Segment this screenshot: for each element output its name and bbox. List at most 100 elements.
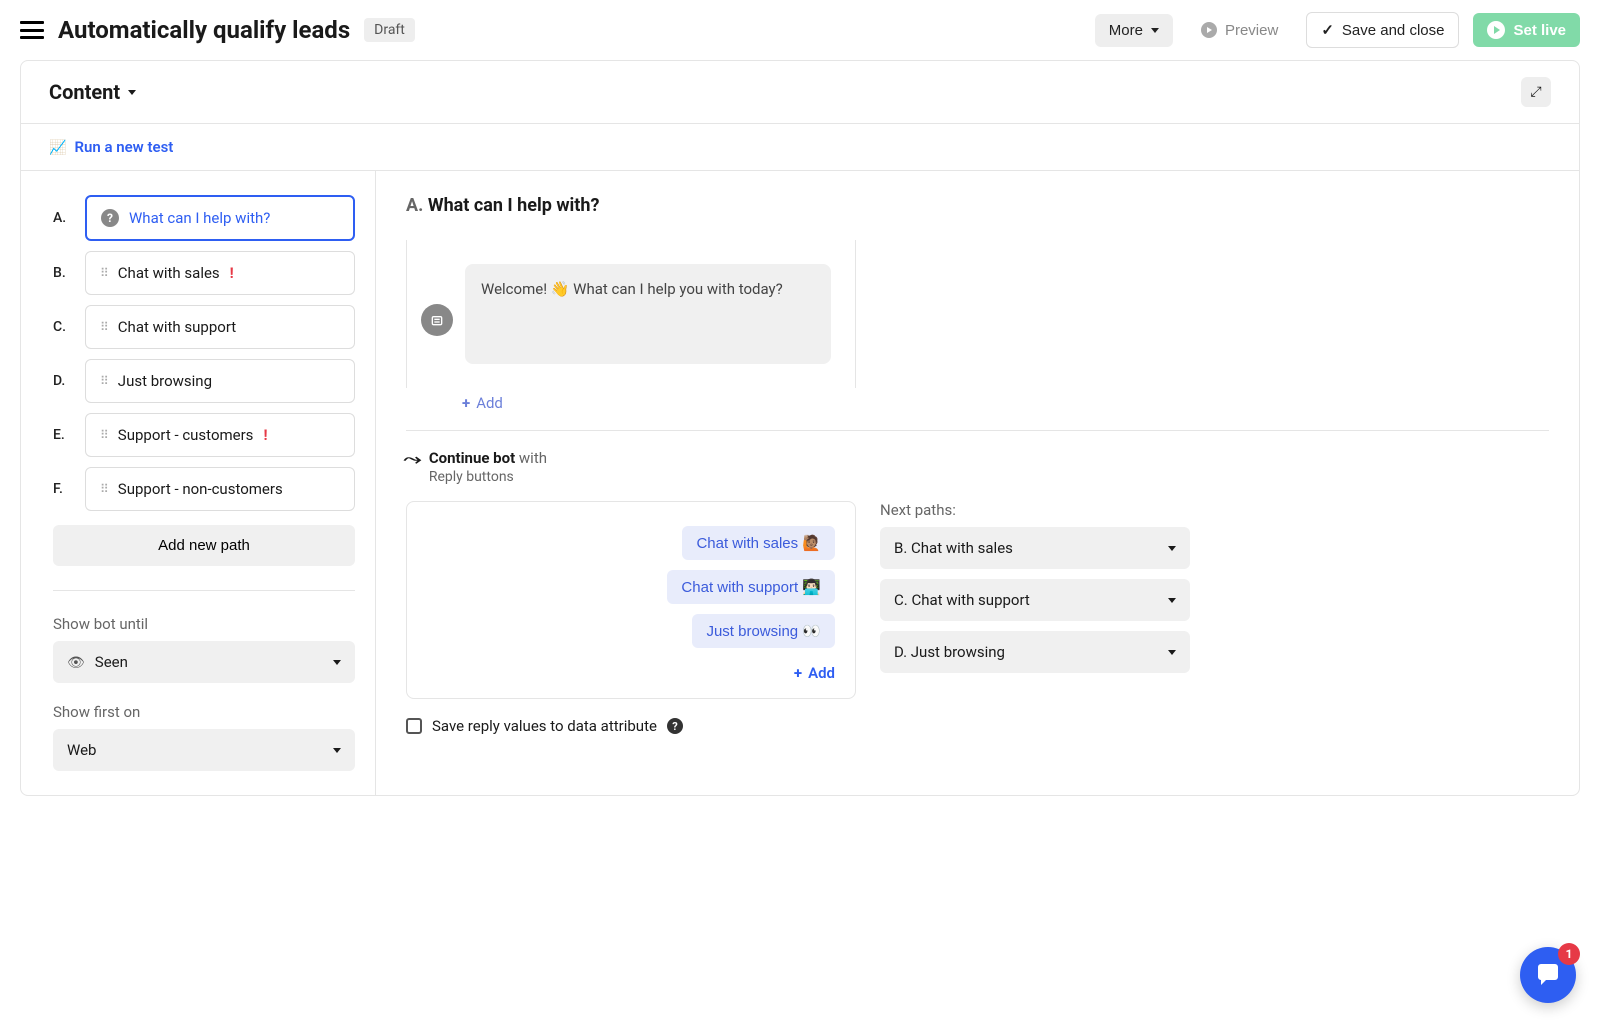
path-label: Chat with support — [118, 318, 236, 336]
drag-handle-icon[interactable]: ⠿ — [100, 482, 108, 496]
continue-text: Continue bot with — [429, 449, 547, 467]
page-title: Automatically qualify leads — [58, 16, 350, 44]
reply-section: Chat with sales 🙋🏽 Chat with support 👨🏻‍💻… — [406, 501, 1549, 699]
path-label: Just browsing — [118, 372, 212, 390]
expand-button[interactable]: ⤢ — [1521, 77, 1551, 107]
path-item[interactable]: ⠿ Just browsing — [85, 359, 355, 403]
warning-icon: ! — [263, 426, 267, 444]
set-live-label: Set live — [1513, 22, 1566, 39]
continue-with: with — [519, 449, 547, 467]
continue-row: Continue bot with Reply buttons — [406, 430, 1549, 485]
page-header: Automatically qualify leads Draft More P… — [0, 0, 1600, 60]
help-icon[interactable]: ? — [667, 718, 683, 734]
next-path-item[interactable]: D. Just browsing — [880, 631, 1190, 673]
next-path-item[interactable]: B. Chat with sales — [880, 527, 1190, 569]
drag-handle-icon[interactable]: ⠿ — [100, 320, 108, 334]
path-letter: C. — [53, 319, 73, 335]
path-label: Support - non-customers — [118, 480, 283, 498]
next-path-label: D. Just browsing — [894, 643, 1005, 661]
next-path-label: B. Chat with sales — [894, 539, 1013, 557]
reply-button[interactable]: Just browsing 👀 — [692, 614, 835, 648]
content-letter: A. — [406, 195, 423, 216]
warning-icon: ! — [230, 264, 234, 282]
path-label: Chat with sales — [118, 264, 220, 282]
next-paths-label: Next paths: — [880, 501, 1190, 519]
bot-avatar-icon — [421, 304, 453, 336]
content-card: Content ⤢ Run a new test A.? What can I h… — [20, 60, 1580, 796]
main-area: A.? What can I help with? B. ⠿ Chat with sal… — [21, 171, 1579, 795]
reply-button-box: Chat with sales 🙋🏽 Chat with support 👨🏻‍💻… — [406, 501, 856, 699]
path-row: B. ⠿ Chat with sales ! — [53, 251, 355, 295]
show-first-label: Show first on — [53, 703, 355, 721]
menu-icon[interactable] — [20, 21, 44, 39]
caret-down-icon — [1168, 650, 1176, 655]
add-path-button[interactable]: Add new path — [53, 525, 355, 566]
run-test-link[interactable]: Run a new test — [49, 138, 173, 156]
card-header: Content ⤢ — [21, 61, 1579, 123]
show-until-value: Seen — [95, 653, 128, 671]
preview-button[interactable]: Preview — [1187, 14, 1292, 47]
caret-down-icon — [333, 660, 341, 665]
reply-button[interactable]: Chat with support 👨🏻‍💻 — [667, 570, 835, 604]
next-paths: Next paths: B. Chat with sales C. Chat wi… — [880, 501, 1190, 699]
path-row: F. ⠿ Support - non-customers — [53, 467, 355, 511]
path-letter: A. — [53, 210, 73, 226]
section-title-label: Content — [49, 80, 120, 104]
plus-icon — [794, 664, 802, 682]
preview-label: Preview — [1225, 22, 1278, 39]
question-icon: ? — [101, 209, 119, 227]
more-label: More — [1109, 22, 1143, 39]
message-bubble[interactable]: Welcome! 👋 What can I help you with toda… — [465, 264, 831, 364]
editor-content: A. What can I help with? Welcome! 👋 What… — [376, 171, 1579, 795]
path-item[interactable]: ⠿Support - customers ! — [85, 413, 355, 457]
section-selector[interactable]: Content — [49, 80, 136, 104]
show-until-label: Show bot until — [53, 615, 355, 633]
chat-widget[interactable]: 1 — [1520, 947, 1576, 1003]
set-live-button[interactable]: Set live — [1473, 13, 1580, 47]
test-row: Run a new test — [21, 123, 1579, 171]
save-button[interactable]: Save and close — [1306, 12, 1459, 48]
show-until-select[interactable]: Seen — [53, 641, 355, 683]
play-circle-icon — [1487, 21, 1505, 39]
drag-handle-icon[interactable]: ⠿ — [100, 428, 108, 442]
drag-handle-icon[interactable]: ⠿ — [100, 374, 108, 388]
path-item[interactable]: ⠿ Chat with support — [85, 305, 355, 349]
continue-subtype: Reply buttons — [429, 469, 547, 485]
chat-icon — [1534, 961, 1562, 989]
drag-handle-icon[interactable]: ⠿ — [100, 266, 108, 280]
next-path-label: C. Chat with support — [894, 591, 1030, 609]
add-reply-label: Add — [808, 664, 835, 682]
add-label: Add — [476, 394, 503, 412]
continue-label: Continue bot — [429, 449, 515, 467]
caret-down-icon — [1168, 546, 1176, 551]
content-title: A. What can I help with? — [406, 195, 1549, 216]
reply-button[interactable]: Chat with sales 🙋🏽 — [682, 526, 835, 560]
path-item[interactable]: ? What can I help with? — [85, 195, 355, 241]
eye-icon — [67, 653, 85, 671]
path-label: What can I help with? — [129, 209, 270, 227]
test-icon — [49, 138, 66, 156]
path-letter: F. — [53, 481, 73, 497]
caret-down-icon — [333, 748, 341, 753]
paths-sidebar: A.? What can I help with? B. ⠿ Chat with sal… — [21, 171, 376, 795]
caret-down-icon — [1168, 598, 1176, 603]
content-title-text: What can I help with? — [428, 195, 600, 216]
chat-badge: 1 — [1558, 943, 1580, 965]
path-item[interactable]: ⠿ Chat with sales ! — [85, 251, 355, 295]
more-button[interactable]: More — [1095, 14, 1173, 47]
plus-icon — [462, 394, 470, 412]
path-row: E.⠿Support - customers ! — [53, 413, 355, 457]
next-path-item[interactable]: C. Chat with support — [880, 579, 1190, 621]
expand-icon: ⤢ — [1530, 84, 1541, 100]
add-reply-link[interactable]: Add — [794, 664, 835, 682]
path-row: A.? What can I help with? — [53, 195, 355, 241]
path-item[interactable]: ⠿ Support - non-customers — [85, 467, 355, 511]
save-attr-checkbox[interactable] — [406, 718, 422, 734]
show-first-select[interactable]: Web — [53, 729, 355, 771]
save-attr-row: Save reply values to data attribute ? — [406, 717, 1549, 735]
path-row: D.⠿Just browsing — [53, 359, 355, 403]
add-message-link[interactable]: Add — [462, 394, 503, 412]
path-letter: B. — [53, 265, 73, 281]
arrow-icon — [406, 449, 419, 469]
save-label: Save and close — [1342, 22, 1445, 39]
